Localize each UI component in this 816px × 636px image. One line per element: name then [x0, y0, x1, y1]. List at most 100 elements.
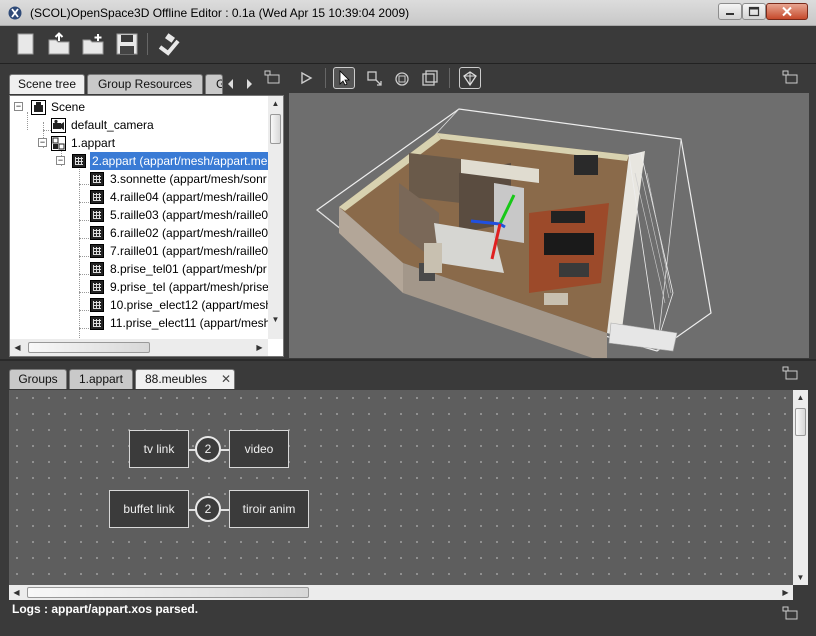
tree-vertical-scrollbar[interactable]: ▲ ▼	[268, 96, 283, 339]
tree-item-mesh[interactable]: 10.prise_elect12 (appart/mesh	[14, 296, 279, 314]
material-button[interactable]	[459, 67, 481, 89]
tree-item-mesh[interactable]: 5.raille03 (appart/mesh/raille0	[14, 206, 279, 224]
tab-label: Groups	[18, 372, 58, 386]
dock-toggle-button[interactable]	[782, 70, 798, 84]
graph-node-tv-link[interactable]: tv link	[129, 430, 189, 468]
close-icon	[782, 6, 792, 17]
3d-viewport[interactable]	[289, 93, 809, 358]
scroll-thumb[interactable]	[270, 114, 281, 144]
mesh-icon	[90, 262, 104, 276]
tab-scroll-left-button[interactable]	[224, 76, 238, 92]
tree-item-mesh[interactable]: 9.prise_tel (appart/mesh/prise	[14, 278, 279, 296]
scroll-right-button[interactable]: ▶	[252, 340, 267, 355]
scroll-down-button[interactable]: ▼	[268, 312, 283, 327]
mesh-icon	[90, 244, 104, 258]
maximize-button[interactable]	[742, 3, 766, 20]
tree-item-mesh[interactable]: 6.raille02 (appart/mesh/raille0	[14, 224, 279, 242]
minimize-button[interactable]	[718, 3, 742, 20]
collapse-toggle[interactable]: −	[38, 138, 47, 147]
mesh-icon	[90, 298, 104, 312]
graph-node-tiroir-anim[interactable]: tiroir anim	[229, 490, 309, 528]
toolbar-separator	[147, 33, 148, 55]
graph-pane: Groups 1.appart 88.meubles ✕ tv link 2 v…	[0, 359, 816, 600]
new-file-button[interactable]	[12, 31, 38, 57]
tree-horizontal-scrollbar[interactable]: ◀ ▶	[10, 339, 268, 356]
tab-groups[interactable]: Groups	[9, 369, 67, 389]
tab-label: Group Resources	[97, 77, 193, 91]
play-button[interactable]	[295, 67, 317, 89]
tree-item-mesh-appart[interactable]: − 2.appart (appart/mesh/appart.me	[14, 152, 279, 170]
graph-vertical-scrollbar[interactable]: ▲ ▼	[793, 390, 808, 585]
scroll-thumb[interactable]	[28, 342, 150, 353]
rotate-icon	[395, 72, 409, 86]
close-button[interactable]	[766, 3, 808, 20]
tree-item-mesh[interactable]: 11.prise_elect11 (appart/mesh	[14, 314, 279, 332]
tree-item-mesh[interactable]: 8.prise_tel01 (appart/mesh/pr	[14, 260, 279, 278]
mesh-icon	[90, 190, 104, 204]
tree-item-mesh[interactable]: 4.raille04 (appart/mesh/raille0	[14, 188, 279, 206]
collapse-toggle[interactable]: −	[14, 102, 23, 111]
scroll-left-button[interactable]: ◀	[10, 340, 25, 355]
app-logo-icon	[8, 6, 22, 20]
mesh-icon	[72, 154, 86, 168]
dock-toggle-button[interactable]	[782, 606, 798, 620]
dock-toggle-button[interactable]	[782, 366, 798, 380]
tree-item-mesh[interactable]: 3.sonnette (appart/mesh/sonr	[14, 170, 279, 188]
mesh-icon	[90, 172, 104, 186]
tab-partial[interactable]: G	[205, 74, 223, 94]
main-toolbar	[0, 26, 816, 64]
scene-icon	[31, 100, 46, 115]
tree-item-scene[interactable]: − Scene	[14, 98, 264, 116]
graph-node-buffet-link[interactable]: buffet link	[109, 490, 189, 528]
tab-scroll-right-button[interactable]	[242, 76, 256, 92]
tab-1-appart[interactable]: 1.appart	[69, 369, 133, 389]
scene-tree: − Scene default_camera − 1.appart − 2.ap…	[9, 95, 284, 357]
tree-item-default-camera[interactable]: default_camera	[14, 116, 264, 134]
tree-item-label: 1.appart	[71, 136, 116, 150]
mesh-icon	[90, 208, 104, 222]
link-graph-canvas[interactable]: tv link 2 video buffet link 2 tiroir ani…	[9, 390, 793, 585]
tree-item-label: 11.prise_elect11 (appart/mesh	[110, 316, 271, 330]
camera-icon	[51, 118, 66, 133]
maximize-icon	[748, 6, 760, 17]
link-count: 2	[204, 442, 212, 456]
graph-node-label: tv link	[143, 442, 175, 456]
scale-tool-button[interactable]	[419, 67, 441, 89]
scroll-down-button[interactable]: ▼	[793, 570, 808, 585]
dock-icon	[782, 606, 798, 620]
scroll-left-button[interactable]: ◀	[9, 585, 24, 600]
tab-scene-tree[interactable]: Scene tree	[9, 74, 85, 94]
import-folder-button[interactable]	[80, 31, 106, 57]
graph-node-video[interactable]: video	[229, 430, 289, 468]
select-cursor-icon	[339, 70, 350, 86]
link-count-badge[interactable]: 2	[195, 496, 221, 522]
dock-toggle-button[interactable]	[264, 70, 280, 84]
select-tool-button[interactable]	[333, 67, 355, 89]
rotate-tool-button[interactable]	[391, 67, 413, 89]
scene-tree-pane: Scene tree Group Resources G − Scen	[0, 64, 289, 359]
open-file-button[interactable]	[46, 31, 72, 57]
tree-item-label: 9.prise_tel (appart/mesh/prise	[110, 280, 269, 294]
graph-horizontal-scrollbar[interactable]: ◀ ▶	[9, 585, 793, 600]
scroll-up-button[interactable]: ▲	[268, 96, 283, 111]
tab-group-resources[interactable]: Group Resources	[87, 74, 203, 94]
tree-item-group-appart[interactable]: − 1.appart	[14, 134, 264, 152]
link-count-badge[interactable]: 2	[195, 436, 221, 462]
save-button[interactable]	[114, 31, 140, 57]
tree-item-mesh[interactable]: 7.raille01 (appart/mesh/raille0	[14, 242, 279, 260]
tab-88-meubles[interactable]: 88.meubles ✕	[135, 369, 235, 389]
scroll-thumb[interactable]	[27, 587, 309, 598]
tree-item-label: 5.raille03 (appart/mesh/raille0	[110, 208, 269, 222]
scroll-thumb[interactable]	[795, 408, 806, 436]
collapse-toggle[interactable]: −	[56, 156, 65, 165]
scroll-right-button[interactable]: ▶	[778, 585, 793, 600]
tree-item-label: 7.raille01 (appart/mesh/raille0	[110, 244, 269, 258]
scroll-up-button[interactable]: ▲	[793, 390, 808, 405]
tree-item-label: 3.sonnette (appart/mesh/sonr	[110, 172, 267, 186]
tab-label: G	[216, 77, 222, 91]
move-tool-button[interactable]	[363, 67, 385, 89]
build-button[interactable]	[156, 31, 182, 57]
close-tab-icon[interactable]: ✕	[221, 370, 231, 389]
tree-item-label: 6.raille02 (appart/mesh/raille0	[110, 226, 269, 240]
play-icon	[301, 71, 313, 85]
